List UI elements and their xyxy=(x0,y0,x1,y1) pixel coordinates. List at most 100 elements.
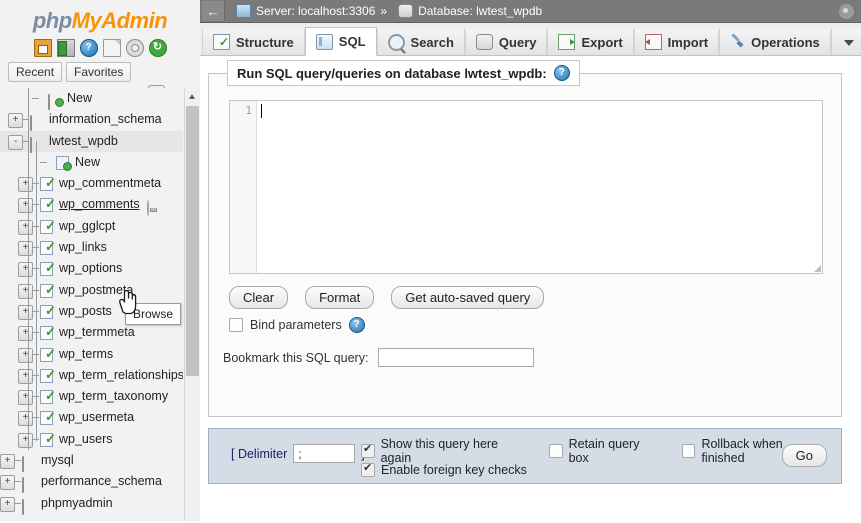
tab-operations[interactable]: Operations xyxy=(719,29,831,55)
tab-search[interactable]: Search xyxy=(376,29,465,55)
tree-database-item[interactable]: + phpmyadmin xyxy=(0,493,183,515)
tree-item-label: wp_commentmeta xyxy=(59,176,162,191)
tree-database-item[interactable]: + mysql xyxy=(0,450,183,473)
expand-icon[interactable]: + xyxy=(18,390,33,406)
breadcrumb-separator: » xyxy=(380,4,388,18)
server-settings-gear-icon[interactable] xyxy=(838,3,855,20)
table-icon: ✓ xyxy=(40,410,56,426)
expand-icon[interactable]: + xyxy=(18,198,33,214)
collapse-icon[interactable]: - xyxy=(8,134,23,150)
help-icon[interactable]: ? xyxy=(553,65,570,81)
format-button[interactable]: Format xyxy=(305,286,375,309)
bind-parameters-help-icon[interactable]: ? xyxy=(348,317,365,333)
tree-item-label: wp_terms xyxy=(59,346,114,361)
back-arrow-icon[interactable]: ← xyxy=(202,1,225,21)
tree-connector xyxy=(40,161,47,163)
expand-icon[interactable]: + xyxy=(0,454,15,470)
tab-label: Import xyxy=(667,34,709,50)
clear-button[interactable]: Clear xyxy=(229,286,289,309)
bind-parameters-label: Bind parameters xyxy=(250,318,342,332)
expand-icon[interactable]: + xyxy=(18,326,33,342)
tree-item-label: wp_comments xyxy=(59,197,140,212)
expand-icon[interactable]: + xyxy=(0,475,15,491)
get-auto-saved-query-button[interactable]: Get auto-saved query xyxy=(391,286,545,309)
tab-structure[interactable]: Structure xyxy=(202,29,305,55)
more-icon xyxy=(842,35,857,49)
expand-icon[interactable]: + xyxy=(18,304,33,320)
expand-icon[interactable]: + xyxy=(18,219,33,235)
sql-editor[interactable]: 1 xyxy=(229,100,823,274)
phpmyadmin-logo[interactable]: phpMyAdmin xyxy=(0,0,200,36)
expand-icon[interactable]: + xyxy=(18,262,33,278)
editor-gutter: 1 xyxy=(230,101,257,273)
expand-icon[interactable]: + xyxy=(18,283,33,299)
text-caret xyxy=(261,104,262,118)
scrollbar-thumb[interactable] xyxy=(186,106,199,376)
hint-bulb-icon xyxy=(147,198,160,217)
tab-import[interactable]: Import xyxy=(633,29,720,55)
retain-query-box-label: Retain query box xyxy=(568,436,640,465)
tab-export[interactable]: Export xyxy=(547,29,634,55)
docs-icon[interactable]: ? xyxy=(79,39,98,57)
tree-item-label: wp_links xyxy=(59,240,107,255)
retain-query-box-group: Retain query box xyxy=(549,437,660,465)
table-icon: ✓ xyxy=(40,283,56,298)
server-label[interactable]: Server: localhost:3306 xyxy=(256,4,375,18)
tab-sql[interactable]: SQL xyxy=(304,27,377,56)
sql-textarea[interactable] xyxy=(257,101,822,273)
database-icon xyxy=(22,454,35,473)
expand-icon[interactable]: + xyxy=(18,177,33,193)
bookmark-input[interactable] xyxy=(378,348,535,367)
retain-query-box-checkbox[interactable] xyxy=(549,443,563,458)
enable-foreign-key-checks-label: Enable foreign key checks xyxy=(381,462,527,477)
tab-query[interactable]: Query xyxy=(464,29,548,55)
tree-item-label: information_schema xyxy=(49,112,162,127)
enable-foreign-key-checks-checkbox[interactable] xyxy=(361,461,375,477)
tree-database-item[interactable]: + performance_schema xyxy=(0,471,183,494)
run-sql-fieldset: Run SQL query/queries on database lwtest… xyxy=(208,60,842,417)
logout-icon[interactable] xyxy=(56,39,75,57)
database-tree-wrapper: New + information_schema - lwtest_wpdb New + ✓ w… xyxy=(0,88,200,521)
delimiter-input[interactable] xyxy=(293,444,356,463)
tree-item-label: wp_gglcpt xyxy=(59,218,116,233)
database-label[interactable]: Database: lwtest_wpdb xyxy=(418,4,542,18)
tab-favorites[interactable]: Favorites xyxy=(66,62,132,82)
expand-icon[interactable]: + xyxy=(8,113,23,129)
expand-icon[interactable]: + xyxy=(18,368,33,384)
table-icon: ✓ xyxy=(40,347,56,362)
tree-item-label: wp_posts xyxy=(59,303,112,318)
editor-resize-handle[interactable] xyxy=(812,263,822,273)
table-icon: ✓ xyxy=(40,176,56,192)
tab-label: Operations xyxy=(751,34,820,50)
search-icon xyxy=(387,33,405,51)
expand-icon[interactable]: + xyxy=(18,241,33,257)
expand-icon[interactable]: + xyxy=(0,496,15,512)
home-icon[interactable] xyxy=(33,39,52,57)
tab-label: SQL xyxy=(338,34,366,49)
sidebar-scrollbar[interactable] xyxy=(184,88,200,521)
scroll-up-icon[interactable] xyxy=(185,88,200,104)
tree-item-label: wp_termmeta xyxy=(59,325,135,340)
tree-item-label: phpmyadmin xyxy=(41,495,113,510)
go-button[interactable]: Go xyxy=(781,444,827,467)
tree-connector xyxy=(14,481,21,483)
logo-text-php: php xyxy=(32,8,72,33)
sql-content-area: Run SQL query/queries on database lwtest… xyxy=(200,56,861,523)
expand-icon[interactable]: + xyxy=(18,411,33,427)
reload-icon[interactable]: ↻ xyxy=(148,39,167,57)
rollback-when-finished-checkbox[interactable] xyxy=(681,443,696,458)
table-icon: ✓ xyxy=(40,240,56,256)
settings-icon[interactable] xyxy=(125,39,144,57)
tree-item-label: New xyxy=(75,154,101,169)
tab-label: Search xyxy=(410,34,454,50)
documentation-icon[interactable] xyxy=(102,39,121,57)
tab-recent[interactable]: Recent xyxy=(8,62,63,82)
expand-icon[interactable]: + xyxy=(18,432,33,448)
show-query-again-label: Show this query here again xyxy=(380,436,499,465)
phpmyadmin-window: phpMyAdmin ? ↻ Recent Favorites New + info… xyxy=(0,0,861,523)
show-query-again-checkbox[interactable] xyxy=(361,442,375,458)
expand-icon[interactable]: + xyxy=(18,347,33,363)
tab-more[interactable]: More xyxy=(830,29,861,55)
bind-parameters-checkbox[interactable] xyxy=(229,318,243,332)
delimiter-label: [ Delimiter xyxy=(231,446,288,461)
